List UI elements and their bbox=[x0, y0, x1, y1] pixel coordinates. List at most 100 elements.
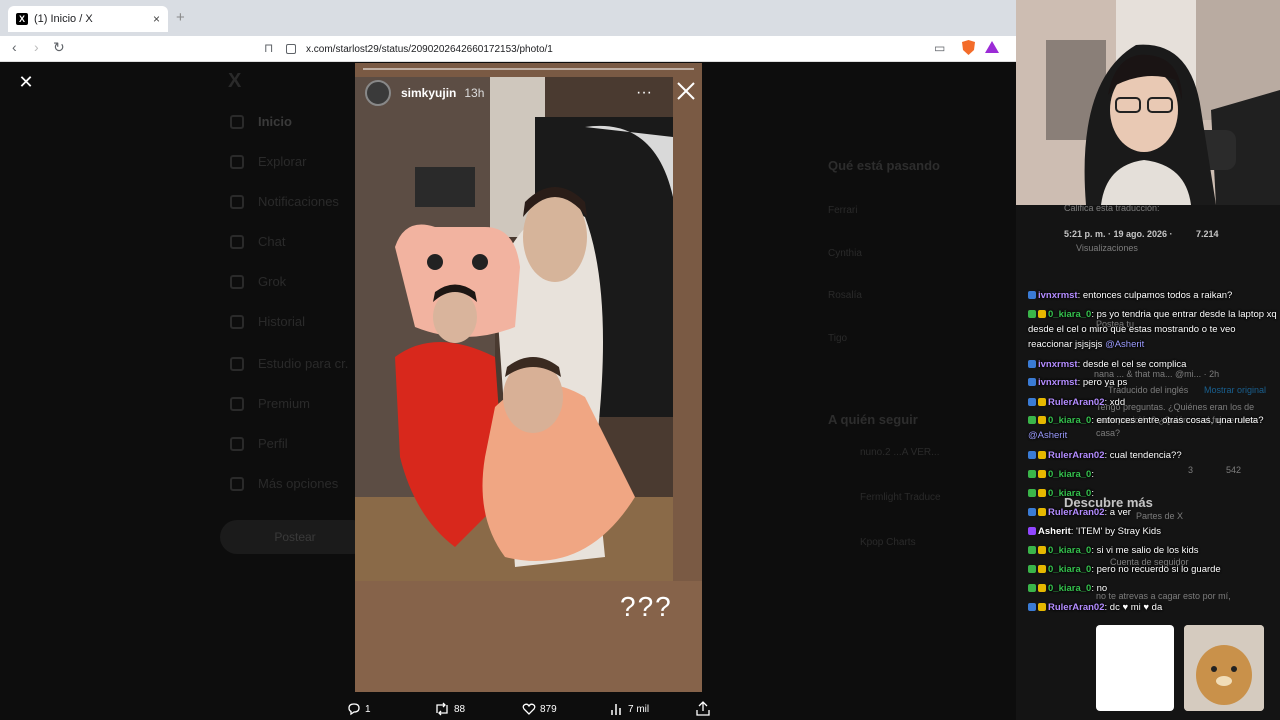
home-icon bbox=[230, 114, 244, 129]
views-action[interactable]: 7 mil bbox=[610, 702, 649, 716]
plush-dolls-photo bbox=[355, 77, 673, 581]
chat-text: xdd bbox=[1109, 397, 1126, 408]
follow-suggestion-name[interactable]: Fermlight Traduce bbox=[860, 492, 941, 503]
sidebar-item-inicio[interactable]: Inicio bbox=[230, 114, 292, 129]
chat-username[interactable]: RulerAran02 bbox=[1048, 602, 1105, 613]
sidebar-label: Premium bbox=[258, 396, 311, 411]
sidebar-item-mas[interactable]: Más opciones bbox=[230, 476, 338, 491]
repost-action[interactable]: 88 bbox=[434, 702, 465, 716]
brave-shield-icon[interactable] bbox=[962, 40, 975, 55]
story-close-icon[interactable] bbox=[675, 80, 697, 102]
sidebar-item-grok[interactable]: Grok bbox=[230, 274, 286, 289]
chat-username[interactable]: RulerAran02 bbox=[1048, 450, 1105, 461]
chat-username[interactable]: 0_kiara_0 bbox=[1048, 469, 1091, 480]
chat-text: entonces entre otras cosas, una ruleta? bbox=[1096, 415, 1264, 426]
share-icon[interactable] bbox=[696, 701, 710, 716]
badge-icon bbox=[1038, 470, 1046, 479]
trend-item[interactable]: Ferrari bbox=[828, 205, 857, 216]
badge-icon bbox=[1028, 489, 1036, 498]
chat-message: RulerAran02: a ver bbox=[1028, 505, 1280, 520]
badge-icon bbox=[1028, 565, 1036, 574]
reply-action[interactable]: 1 bbox=[347, 702, 371, 716]
streamer-camera-image bbox=[1016, 0, 1280, 205]
post-button[interactable]: Postear bbox=[220, 520, 370, 554]
repost-icon bbox=[436, 702, 448, 716]
sidebar-item-explorar[interactable]: Explorar bbox=[230, 154, 306, 169]
badge-icon bbox=[1038, 546, 1046, 555]
address-bar[interactable]: x.com/starlost29/status/2090202642660172… bbox=[286, 39, 926, 59]
repost-count: 88 bbox=[454, 703, 466, 715]
sidebar-item-premium[interactable]: Premium bbox=[230, 396, 310, 411]
back-icon[interactable]: ‹ bbox=[12, 39, 17, 55]
search-icon bbox=[230, 154, 244, 169]
avatar[interactable] bbox=[365, 80, 391, 106]
follow-suggestion-name[interactable]: nuno.2 ...A VER... bbox=[860, 447, 940, 458]
tab-close-icon[interactable]: × bbox=[153, 12, 160, 26]
chat-message: 0_kiara_0: ps yo tendria que entrar desd… bbox=[1028, 309, 1277, 350]
badge-icon bbox=[1028, 603, 1036, 612]
badge-icon bbox=[1028, 584, 1036, 593]
badge-icon bbox=[1038, 584, 1046, 593]
chat-text: 'ITEM' by Stray Kids bbox=[1076, 526, 1161, 537]
bookmark-icon[interactable]: ⊓ bbox=[264, 41, 273, 55]
chat-message: 0_kiara_0: entonces entre otras cosas, u… bbox=[1028, 415, 1264, 441]
chat-username[interactable]: 0_kiara_0 bbox=[1048, 415, 1091, 426]
story-username[interactable]: simkyujin bbox=[401, 86, 456, 100]
sidebar-item-perfil[interactable]: Perfil bbox=[230, 436, 288, 451]
chat-username[interactable]: ivnxrmst bbox=[1038, 359, 1078, 370]
badge-icon bbox=[1028, 291, 1036, 300]
trend-item[interactable]: Cynthia bbox=[828, 248, 862, 259]
cast-icon[interactable]: ▭ bbox=[934, 41, 945, 55]
chat-text: a ver bbox=[1109, 507, 1131, 518]
chat-username[interactable]: RulerAran02 bbox=[1048, 507, 1105, 518]
chat-username[interactable]: Asherit bbox=[1038, 526, 1071, 537]
sidebar-item-notificaciones[interactable]: Notificaciones bbox=[230, 194, 339, 209]
plush-bear-image bbox=[1184, 625, 1264, 711]
chat-username[interactable]: 0_kiara_0 bbox=[1048, 564, 1091, 575]
chat-username[interactable]: 0_kiara_0 bbox=[1048, 583, 1091, 594]
trend-item[interactable]: Rosalía bbox=[828, 290, 862, 301]
x-favicon-icon: X bbox=[16, 13, 28, 25]
views-count: 7 mil bbox=[628, 703, 650, 715]
chat-mention[interactable]: @Asherit bbox=[1105, 339, 1144, 350]
chat-text: desde el cel se complica bbox=[1082, 359, 1187, 370]
more-options-icon[interactable]: ··· bbox=[636, 84, 652, 102]
badge-icon bbox=[1038, 489, 1046, 498]
chat-username[interactable]: 0_kiara_0 bbox=[1048, 545, 1091, 556]
badge-icon bbox=[1028, 310, 1036, 319]
trend-item[interactable]: Tigo bbox=[828, 333, 847, 344]
sidebar-item-chat[interactable]: Chat bbox=[230, 234, 285, 249]
chat-text: no bbox=[1096, 583, 1108, 594]
chat-username[interactable]: ivnxrmst bbox=[1038, 290, 1078, 301]
follow-suggestion-name[interactable]: Kpop Charts bbox=[860, 537, 916, 548]
badge-icon bbox=[1028, 360, 1036, 369]
forward-icon[interactable]: › bbox=[34, 39, 39, 55]
chat-username[interactable]: ivnxrmst bbox=[1038, 377, 1078, 388]
media-close-icon[interactable]: ✕ bbox=[16, 72, 36, 92]
like-count: 879 bbox=[540, 703, 557, 715]
post-thumbnail-screenshot[interactable] bbox=[1096, 625, 1174, 711]
site-info-icon[interactable] bbox=[286, 44, 296, 54]
trending-title: Qué está pasando bbox=[828, 158, 940, 173]
reload-icon[interactable]: ↻ bbox=[53, 39, 65, 56]
badge-icon bbox=[1028, 546, 1036, 555]
more-circle-icon bbox=[230, 476, 244, 491]
sidebar-item-estudio[interactable]: Estudio para cr. bbox=[230, 356, 348, 371]
brave-rewards-icon[interactable] bbox=[985, 41, 999, 53]
chat-username[interactable]: 0_kiara_0 bbox=[1048, 488, 1091, 499]
chat-username[interactable]: RulerAran02 bbox=[1048, 397, 1105, 408]
badge-icon bbox=[1028, 451, 1036, 460]
like-action[interactable]: 879 bbox=[522, 702, 557, 716]
post-thumbnail-plush[interactable] bbox=[1184, 625, 1264, 711]
new-tab-button[interactable]: + bbox=[176, 9, 185, 26]
sidebar-item-historial[interactable]: Historial bbox=[230, 314, 305, 329]
grok-icon bbox=[230, 274, 244, 289]
badge-icon bbox=[1038, 310, 1046, 319]
chat-message: Asherit: 'ITEM' by Stray Kids bbox=[1028, 524, 1280, 539]
views-chart-icon bbox=[611, 704, 621, 715]
badge-icon bbox=[1038, 603, 1046, 612]
browser-tab[interactable]: X (1) Inicio / X × bbox=[8, 6, 168, 32]
chat-username[interactable]: 0_kiara_0 bbox=[1048, 309, 1091, 320]
sidebar-label: Inicio bbox=[258, 114, 292, 129]
chat-mention[interactable]: @Asherit bbox=[1028, 430, 1067, 441]
